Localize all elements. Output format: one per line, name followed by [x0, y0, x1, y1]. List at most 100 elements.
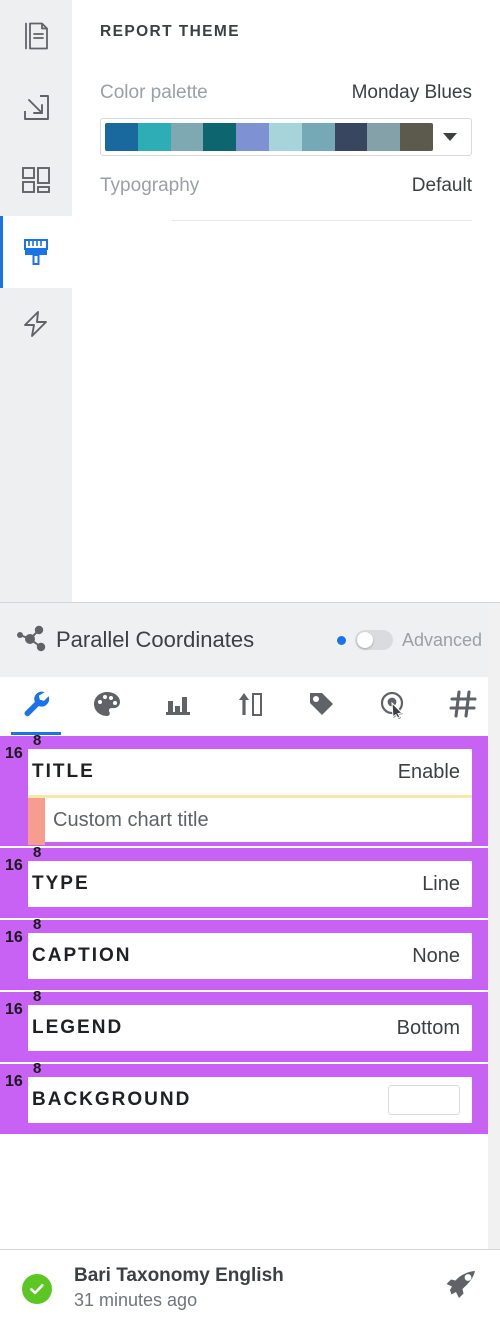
hash-icon: [449, 689, 479, 724]
settings-rows: 16 8 TITLE Enable Custom chart title 16 8 TYPE L…: [0, 732, 500, 1134]
spacing-label-left: 16: [5, 929, 23, 946]
color-palette-value: Monday Blues: [351, 82, 472, 103]
chart-title-input-text: Custom chart title: [53, 808, 209, 831]
footer-text-block: Bari Taxonomy English 31 minutes ago: [74, 1264, 442, 1312]
spec-row-background: 16 8 BACKGROUND: [0, 1060, 500, 1134]
spec-row-title: 16 8 TITLE Enable Custom chart title: [0, 732, 500, 846]
spacing-label-left: 16: [5, 1001, 23, 1018]
parallel-coordinates-icon: [12, 625, 56, 655]
target-cursor-icon: [378, 689, 408, 724]
pages-icon: [18, 18, 54, 54]
sidebar-item-theme[interactable]: [0, 216, 72, 288]
setting-row[interactable]: TITLE Enable: [28, 749, 472, 795]
chart-settings-tabs: [0, 677, 500, 735]
spec-row-type: 16 8 TYPE Line: [0, 844, 500, 918]
tab-setup[interactable]: [0, 677, 71, 735]
theme-brush-icon: [19, 235, 53, 269]
setting-value: Bottom: [396, 1016, 460, 1039]
setting-card-caption[interactable]: CAPTION None: [28, 933, 472, 979]
chart-panel-title: Parallel Coordinates: [56, 627, 255, 652]
typography-label: Typography: [100, 175, 200, 196]
tab-style[interactable]: [71, 677, 142, 735]
spacing-label-left: 16: [5, 1073, 23, 1090]
theme-editor-area: REPORT THEME Color palette Monday Blues …: [0, 0, 500, 602]
advanced-toggle[interactable]: [354, 630, 393, 650]
bar-chart-icon: [164, 689, 194, 724]
setting-card-title[interactable]: TITLE Enable Custom chart title: [28, 749, 472, 845]
input-padding-marker: [28, 798, 45, 845]
advanced-toggle-group[interactable]: Advanced: [336, 629, 482, 651]
palette-swatch-7: [301, 123, 335, 151]
tag-icon: [306, 689, 336, 724]
typography-row[interactable]: Typography Default: [100, 175, 472, 197]
import-icon: [18, 90, 54, 126]
tab-interactions[interactable]: [357, 677, 428, 735]
chart-panel-header: Parallel Coordinates Advanced: [0, 603, 500, 677]
spacing-label-top: 8: [33, 732, 42, 749]
tab-sort[interactable]: [214, 677, 285, 735]
sidebar-item-layout[interactable]: [0, 144, 72, 216]
setting-value: Enable: [397, 760, 460, 783]
palette-swatch-strip: [105, 123, 433, 151]
spacing-label-top: 8: [33, 1060, 42, 1077]
wrench-icon: [21, 689, 51, 724]
setting-card-legend[interactable]: LEGEND Bottom: [28, 1005, 472, 1051]
left-icon-rail: [0, 0, 72, 602]
chart-title-input[interactable]: Custom chart title: [28, 795, 472, 845]
panel-scrollbar[interactable]: [488, 603, 500, 1249]
palette-swatch-5: [236, 123, 269, 151]
sidebar-item-actions[interactable]: [0, 288, 72, 360]
setting-row[interactable]: TYPE Line: [28, 861, 472, 907]
layout-icon: [19, 163, 53, 197]
spec-row-caption: 16 8 CAPTION None: [0, 916, 500, 990]
color-palette-label: Color palette: [100, 82, 208, 103]
sidebar-item-import[interactable]: [0, 72, 72, 144]
spacing-label-left: 16: [5, 745, 23, 762]
setting-key: LEGEND: [32, 1017, 124, 1038]
sort-arrows-icon: [235, 689, 265, 724]
palette-swatch-9: [367, 123, 401, 151]
report-theme-panel: REPORT THEME Color palette Monday Blues …: [72, 0, 500, 602]
setting-key: BACKGROUND: [32, 1089, 192, 1110]
palette-icon: [92, 689, 122, 724]
color-palette-row[interactable]: Color palette Monday Blues: [100, 82, 472, 104]
status-footer: Bari Taxonomy English 31 minutes ago: [0, 1249, 500, 1327]
typography-value: Default: [411, 175, 472, 196]
palette-swatch-6: [268, 123, 302, 151]
spacing-label-left: 16: [5, 857, 23, 874]
actions-bolt-icon: [18, 306, 54, 342]
palette-swatch-4: [203, 123, 237, 151]
color-palette-select[interactable]: [100, 118, 472, 156]
setting-card-background[interactable]: BACKGROUND: [28, 1077, 472, 1123]
spacing-label-top: 8: [33, 844, 42, 861]
palette-swatch-10: [400, 123, 433, 151]
chevron-down-icon[interactable]: [433, 133, 467, 141]
tab-axes[interactable]: [143, 677, 214, 735]
rocket-icon[interactable]: [442, 1269, 478, 1308]
tab-labels[interactable]: [286, 677, 357, 735]
chart-settings-panel: Parallel Coordinates Advanced 16 8 TITLE…: [0, 602, 500, 1249]
advanced-label: Advanced: [401, 629, 482, 650]
palette-swatch-3: [170, 123, 204, 151]
advanced-status-dot: [336, 635, 346, 645]
report-name: Bari Taxonomy English: [74, 1265, 284, 1287]
app-root: REPORT THEME Color palette Monday Blues …: [0, 0, 500, 1327]
check-circle-icon: [22, 1273, 52, 1304]
setting-row[interactable]: LEGEND Bottom: [28, 1005, 472, 1051]
setting-key: CAPTION: [32, 945, 132, 966]
palette-swatch-8: [334, 123, 368, 151]
setting-row[interactable]: BACKGROUND: [28, 1077, 472, 1123]
setting-row[interactable]: CAPTION None: [28, 933, 472, 979]
setting-key: TYPE: [32, 873, 90, 894]
sidebar-item-pages[interactable]: [0, 0, 72, 72]
setting-value: Line: [422, 872, 460, 895]
spacing-label-top: 8: [33, 916, 42, 933]
setting-value: None: [412, 944, 460, 967]
setting-card-type[interactable]: TYPE Line: [28, 861, 472, 907]
background-color-chip[interactable]: [388, 1085, 460, 1115]
divider: [172, 220, 472, 221]
palette-swatch-2: [137, 123, 171, 151]
last-saved-time: 31 minutes ago: [74, 1290, 198, 1311]
spacing-label-top: 8: [33, 988, 42, 1005]
page-title: REPORT THEME: [100, 23, 240, 40]
